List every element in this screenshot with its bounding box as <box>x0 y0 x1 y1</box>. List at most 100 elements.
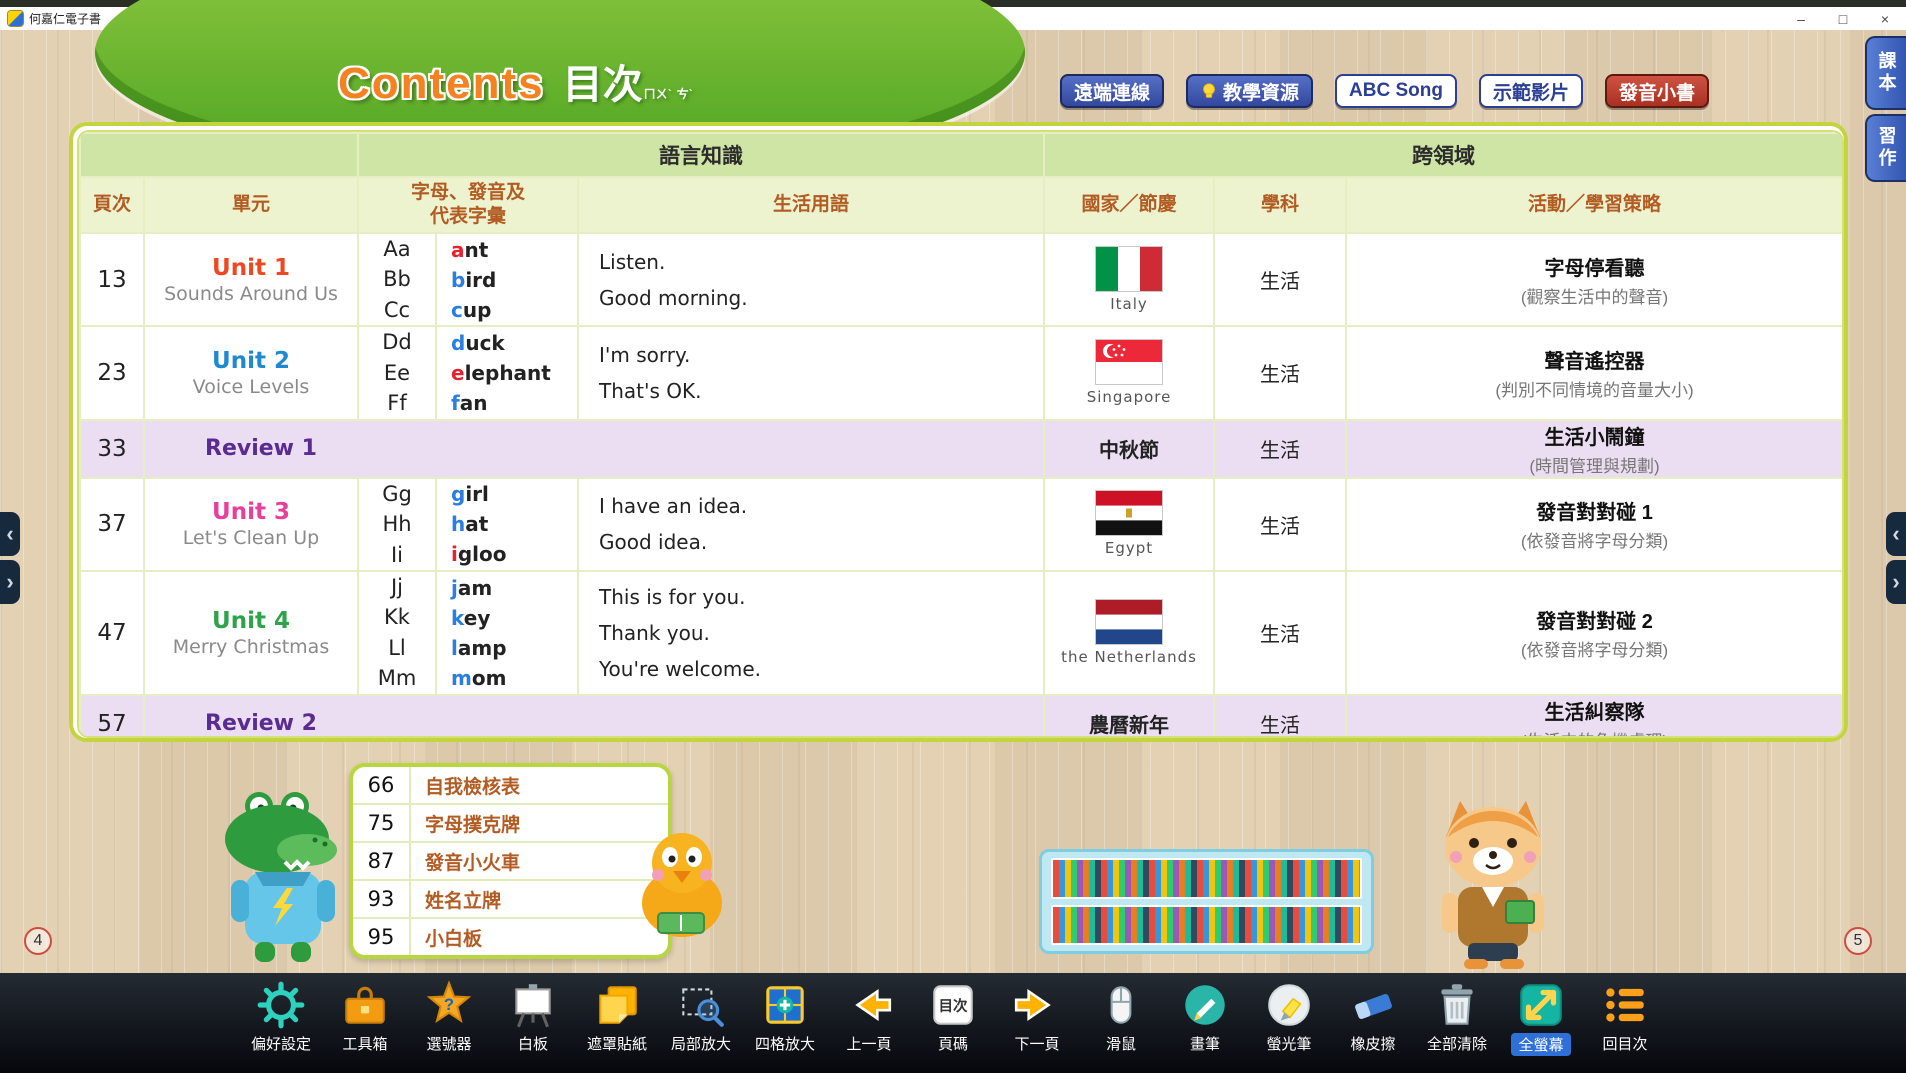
words-cell: duck elephant fan <box>436 326 578 419</box>
words-cell: ant bird cup <box>436 233 578 326</box>
mascot-duck <box>630 825 735 945</box>
toolbar-item-clear-all[interactable]: 全部清除 <box>1418 979 1497 1054</box>
page-forward-arrow-right[interactable]: › <box>1886 560 1906 604</box>
appendix-row[interactable]: 87 發音小火車 <box>353 843 668 881</box>
page-cell: 13 <box>80 233 144 326</box>
words-cell: girl hat igloo <box>436 478 578 571</box>
contents-title-zh: 目次ㄇㄨˋㄘˋ <box>563 52 697 110</box>
page-back-arrow-left[interactable]: ‹ <box>0 512 20 556</box>
toolbar-item-next-page[interactable]: 下一頁 <box>998 979 1077 1054</box>
abc-song-button[interactable]: ABC Song <box>1335 74 1457 108</box>
appendix-row[interactable]: 75 字母撲克牌 <box>353 805 668 843</box>
phrases-cell: Listen.Good morning. <box>578 233 1044 326</box>
contents-table: 語言知識 跨領域 頁次 單元 字母、發音及 代表字彙 生活用語 國家／節慶 學科… <box>69 122 1848 742</box>
page-forward-arrow-left[interactable]: › <box>0 560 20 604</box>
toolbar-item-fullscreen[interactable]: 全螢幕 <box>1502 979 1581 1056</box>
netherlands-flag-icon <box>1096 600 1162 644</box>
country-cell: Singapore <box>1044 326 1214 419</box>
maximize-button[interactable]: □ <box>1822 7 1864 30</box>
toolbar-item-eraser[interactable]: 橡皮擦 <box>1334 979 1413 1054</box>
svg-text:目次: 目次 <box>938 997 968 1015</box>
toc-row-review1[interactable]: 33 Review 1 中秋節 生活 生活小鬧鐘(時間管理與規劃) <box>80 420 1843 478</box>
toolbox-icon <box>339 979 391 1031</box>
highlighter-icon <box>1263 979 1315 1031</box>
toc-row-unit3[interactable]: 37 Unit 3 Let's Clean Up GgHhIi girl hat… <box>80 478 1843 571</box>
subject-cell: 生活 <box>1214 695 1346 738</box>
page-stage: Contents 目次ㄇㄨˋㄘˋ 遠端連線 教學資源 ABC Song 示範影片 <box>0 30 1906 973</box>
col-header-country: 國家／節慶 <box>1044 177 1214 233</box>
minimize-button[interactable]: – <box>1780 7 1822 30</box>
toolbar-item-toolbox[interactable]: 工具箱 <box>326 979 405 1054</box>
page-back-arrow-right[interactable]: ‹ <box>1886 512 1906 556</box>
zhuyin-annotation: ㄘˋ <box>677 87 693 101</box>
mascot-crocodile <box>207 784 357 969</box>
group-header-row: 語言知識 跨領域 <box>80 133 1843 177</box>
toc-row-unit2[interactable]: 23 Unit 2 Voice Levels DdEeFf duck eleph… <box>80 326 1843 419</box>
toolbar-item-back-to-toc[interactable]: 回目次 <box>1586 979 1665 1054</box>
toolbar-item-page-number[interactable]: 目次 頁碼 <box>914 979 993 1054</box>
sticker-mask-icon <box>591 979 643 1031</box>
review-title-cell: Review 1 <box>144 420 1044 478</box>
toc-row-review2[interactable]: 57 Review 2 農曆新年 生活 生活糾察隊(生活中的危機處理) <box>80 695 1843 738</box>
col-header-unit: 單元 <box>144 177 358 233</box>
col-header-subject: 學科 <box>1214 177 1346 233</box>
back-to-toc-icon <box>1599 979 1651 1031</box>
teaching-resources-button[interactable]: 教學資源 <box>1186 74 1313 108</box>
bottom-toolbar: 偏好設定 工具箱 ? 選號器 <box>0 973 1906 1073</box>
toc-row-unit1[interactable]: 13 Unit 1 Sounds Around Us AaBbCc ant bi… <box>80 233 1843 326</box>
unit-cell: Unit 4 Merry Christmas <box>144 571 358 695</box>
toolbar-item-whiteboard[interactable]: 白板 <box>494 979 573 1054</box>
subject-cell: 生活 <box>1214 571 1346 695</box>
subject-cell: 生活 <box>1214 478 1346 571</box>
tab-textbook[interactable]: 課本 <box>1865 36 1906 110</box>
remote-connect-button[interactable]: 遠端連線 <box>1060 74 1164 108</box>
subject-cell: 生活 <box>1214 420 1346 478</box>
page-cell: 23 <box>80 326 144 419</box>
lightbulb-icon <box>1200 82 1218 100</box>
activity-cell: 聲音遙控器(判別不同情境的音量大小) <box>1346 326 1843 419</box>
appendix-row[interactable]: 66 自我檢核表 <box>353 767 668 805</box>
toolbar-item-sticker-mask[interactable]: 遮罩貼紙 <box>578 979 657 1054</box>
demo-video-button[interactable]: 示範影片 <box>1479 74 1583 108</box>
pen-icon <box>1179 979 1231 1031</box>
page-cell: 37 <box>80 478 144 571</box>
col-header-phrases: 生活用語 <box>578 177 1044 233</box>
activity-cell: 發音對對碰 2(依發音將字母分類) <box>1346 571 1843 695</box>
svg-text:?: ? <box>444 995 454 1014</box>
toolbar-item-preferences[interactable]: 偏好設定 <box>242 979 321 1054</box>
letters-cell: JjKk LlMm <box>358 571 436 695</box>
phonics-book-button[interactable]: 發音小書 <box>1605 74 1709 108</box>
phrases-cell: I'm sorry.That's OK. <box>578 326 1044 419</box>
toolbar-item-number-picker[interactable]: ? 選號器 <box>410 979 489 1054</box>
festival-cell: 農曆新年 <box>1044 695 1214 738</box>
toolbar-item-prev-page[interactable]: 上一頁 <box>830 979 909 1054</box>
toolbar-item-mouse[interactable]: 滑鼠 <box>1082 979 1161 1054</box>
window-title: 何嘉仁電子書 <box>29 10 101 27</box>
page-number-icon: 目次 <box>927 979 979 1031</box>
toc-row-unit4[interactable]: 47 Unit 4 Merry Christmas JjKk LlMm jam … <box>80 571 1843 695</box>
country-cell: Italy <box>1044 233 1214 326</box>
appendix-row[interactable]: 95 小白板 <box>353 919 668 955</box>
fullscreen-icon <box>1515 979 1567 1031</box>
tab-workbook[interactable]: 習作 <box>1865 114 1906 182</box>
toolbar-item-quad-zoom[interactable]: 四格放大 <box>746 979 825 1054</box>
unit-cell: Unit 3 Let's Clean Up <box>144 478 358 571</box>
unit-cell: Unit 2 Voice Levels <box>144 326 358 419</box>
toolbar-item-highlighter[interactable]: 螢光筆 <box>1250 979 1329 1054</box>
ebook-window: 何嘉仁電子書 – □ × Contents 目次ㄇㄨˋㄘˋ 遠端連線 <box>0 0 1906 1073</box>
appendix-row[interactable]: 93 姓名立牌 <box>353 881 668 919</box>
subject-cell: 生活 <box>1214 326 1346 419</box>
bookshelf-row <box>1051 905 1362 946</box>
toolbar-item-area-zoom[interactable]: 局部放大 <box>662 979 741 1054</box>
close-button[interactable]: × <box>1864 7 1906 30</box>
egypt-flag-icon <box>1096 491 1162 535</box>
singapore-flag-icon <box>1096 340 1162 384</box>
group-header-language: 語言知識 <box>358 133 1044 177</box>
next-page-icon <box>1011 979 1063 1031</box>
area-zoom-icon <box>675 979 727 1031</box>
mouse-icon <box>1095 979 1147 1031</box>
activity-cell: 生活小鬧鐘(時間管理與規劃) <box>1346 420 1843 478</box>
activity-cell: 發音對對碰 1(依發音將字母分類) <box>1346 478 1843 571</box>
activity-cell: 字母停看聽(觀察生活中的聲音) <box>1346 233 1843 326</box>
toolbar-item-pen[interactable]: 畫筆 <box>1166 979 1245 1054</box>
